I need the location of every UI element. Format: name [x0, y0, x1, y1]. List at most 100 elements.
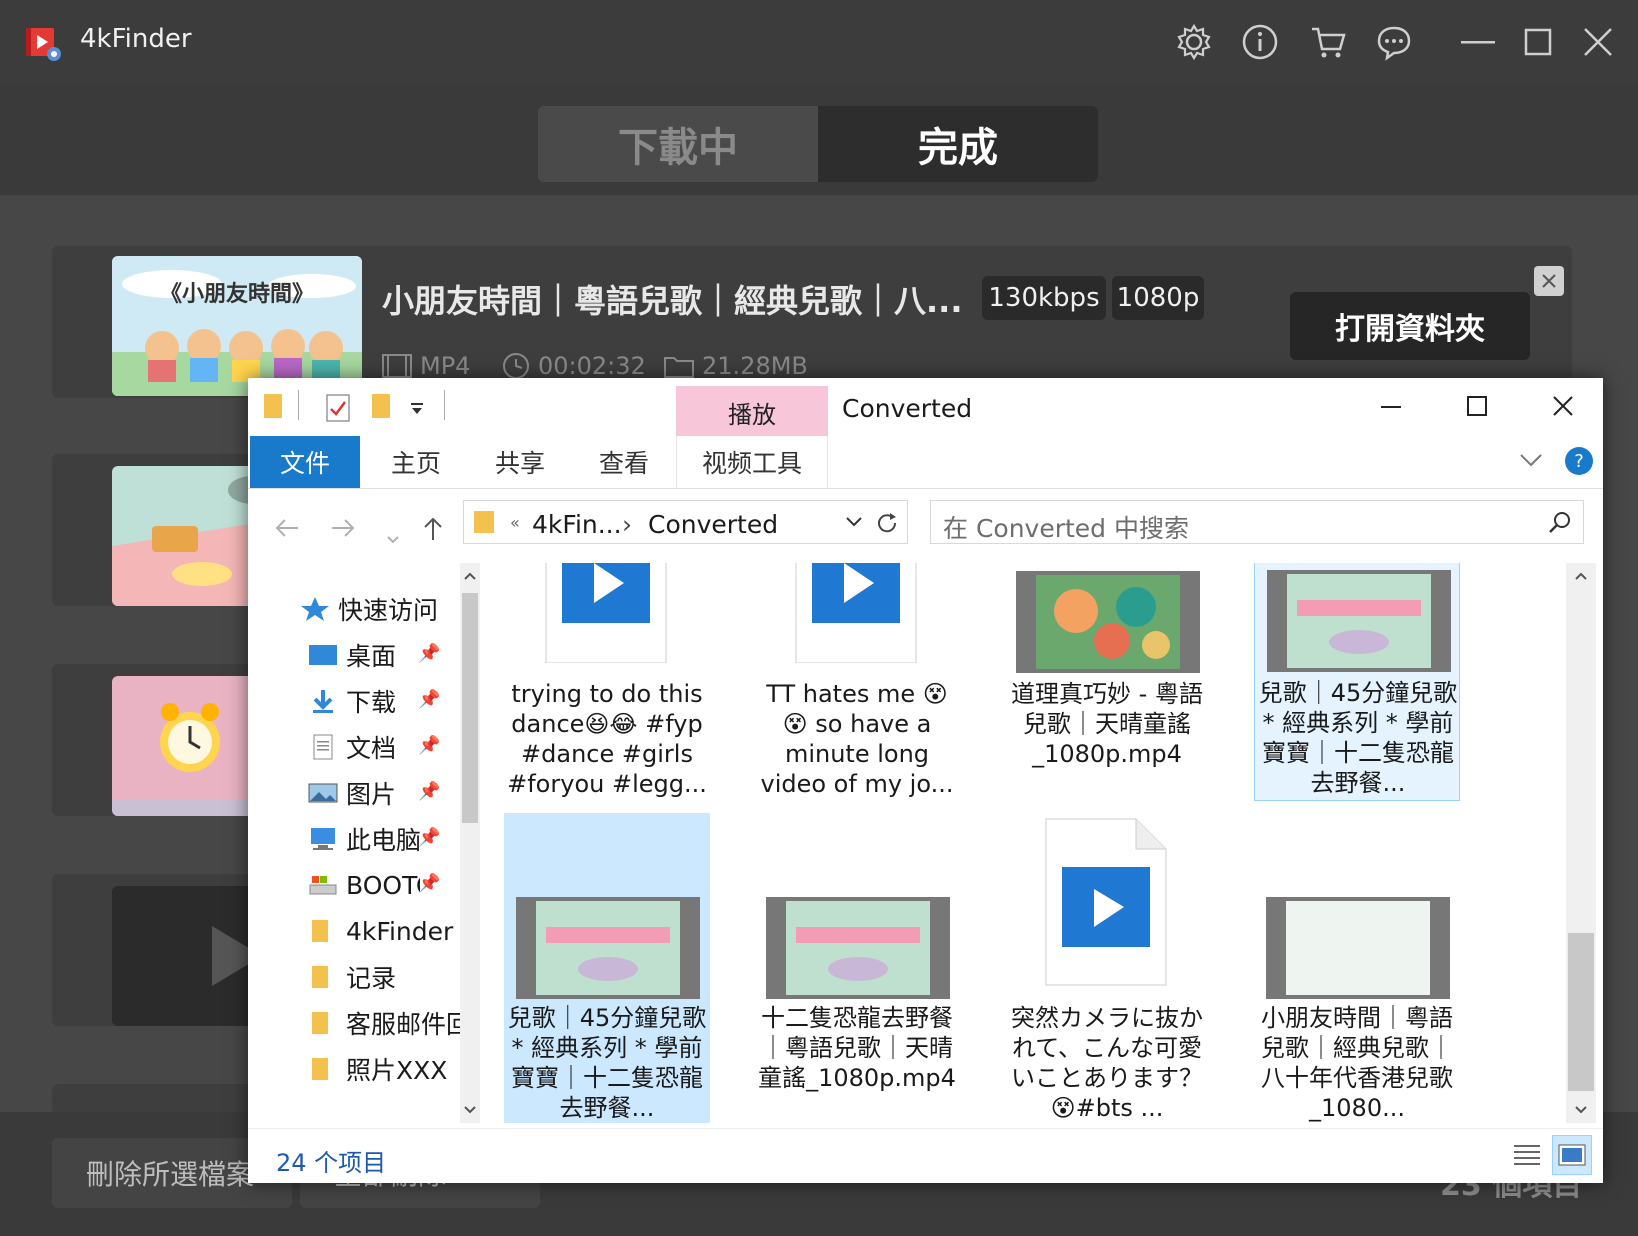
- recent-dropdown-icon[interactable]: [386, 522, 400, 552]
- customize-dropdown-icon[interactable]: [410, 400, 424, 419]
- nav-folder-records[interactable]: 记录: [308, 957, 396, 997]
- back-arrow-icon[interactable]: [274, 516, 300, 546]
- file-item[interactable]: TT hates me 😵 😵 so have a minute long vi…: [754, 563, 960, 823]
- drive-icon: [309, 876, 337, 895]
- thumbnail-caption: 《小朋友時間》: [159, 282, 314, 307]
- file-item[interactable]: 小朋友時間｜粵語兒歌｜經典兒歌｜八十年代香港兒歌_1080...: [1254, 813, 1460, 1123]
- video-thumbnail: 《小朋友時間》: [112, 256, 362, 396]
- nav-scroll-thumb[interactable]: [462, 593, 478, 823]
- address-bar[interactable]: « 4kFin... › Converted: [463, 500, 908, 544]
- info-icon[interactable]: [1238, 20, 1282, 64]
- tab-home[interactable]: 主页: [366, 436, 466, 488]
- forward-arrow-icon[interactable]: [330, 516, 356, 546]
- pin-icon[interactable]: 📌: [418, 781, 440, 802]
- format-meta: MP4: [382, 352, 470, 380]
- open-folder-button[interactable]: 打開資料夾: [1290, 292, 1530, 360]
- pin-icon[interactable]: 📌: [418, 689, 440, 710]
- explorer-window: 播放 Converted 文件 主页 共享 查看 视频工具 ? « 4kFin.…: [248, 378, 1603, 1183]
- refresh-icon: [878, 513, 897, 533]
- search-input[interactable]: 在 Converted 中搜索: [930, 500, 1584, 544]
- close-icon[interactable]: [1530, 384, 1596, 428]
- tab-video-tools[interactable]: 视频工具: [676, 436, 828, 488]
- document-icon: [313, 734, 333, 760]
- nav-quick-access[interactable]: 快速访问: [300, 589, 438, 629]
- pin-icon[interactable]: 📌: [418, 643, 440, 664]
- file-item[interactable]: 突然カメラに抜かれて、こんな可愛いことあります？ 😵#bts ...: [1004, 813, 1210, 1123]
- video-file-icon: [1045, 818, 1167, 986]
- video-thumbnail-icon: [516, 897, 700, 999]
- desktop-icon: [309, 645, 337, 665]
- search-placeholder: 在 Converted 中搜索: [943, 514, 1189, 543]
- chat-feedback-icon[interactable]: [1372, 20, 1416, 64]
- file-name: 兒歌｜45分鐘兒歌 * 經典系列 * 學前寶寶｜十二隻恐龍去野餐...: [507, 1004, 707, 1122]
- file-name: 突然カメラに抜かれて、こんな可愛いことあります？ 😵#bts ...: [1011, 1004, 1203, 1122]
- minimize-icon[interactable]: [1456, 20, 1500, 64]
- breadcrumb-current[interactable]: Converted: [648, 510, 778, 539]
- folder-icon: [312, 920, 328, 942]
- nav-folder-photos[interactable]: 照片XXX: [308, 1049, 447, 1089]
- content-scrollbar[interactable]: [1566, 563, 1596, 1123]
- maximize-icon[interactable]: [1516, 20, 1560, 64]
- details-view-icon[interactable]: [1512, 1141, 1542, 1173]
- help-icon[interactable]: ?: [1564, 446, 1594, 480]
- video-thumbnail-icon: [1016, 571, 1200, 673]
- settings-gear-icon[interactable]: [1172, 20, 1216, 64]
- nav-desktop[interactable]: 桌面: [308, 635, 396, 675]
- nav-folder-support-mail[interactable]: 客服邮件回: [308, 1003, 460, 1043]
- duration-meta: 00:02:32: [502, 352, 646, 380]
- clock-icon: [503, 353, 529, 379]
- app-logo-icon: [24, 24, 62, 62]
- close-icon[interactable]: [1576, 20, 1620, 64]
- navigation-pane: 快速访问 桌面 下载 文档 图片 此电脑 BOOTC 4kFinder: [248, 563, 480, 1123]
- nav-folder-4kfinder[interactable]: 4kFinder: [308, 911, 453, 951]
- play-context-tab[interactable]: 播放: [676, 386, 828, 438]
- nav-this-pc[interactable]: 此电脑: [308, 819, 421, 859]
- minimize-icon[interactable]: [1358, 384, 1424, 428]
- pin-icon[interactable]: 📌: [418, 735, 440, 756]
- up-arrow-icon[interactable]: [422, 516, 444, 549]
- folder-icon: [474, 511, 494, 533]
- new-folder-icon[interactable]: [372, 394, 392, 424]
- tab-view[interactable]: 查看: [574, 436, 674, 488]
- pin-icon[interactable]: 📌: [418, 873, 440, 894]
- computer-icon: [311, 828, 335, 850]
- folder-icon: [264, 394, 284, 424]
- address-dropdown-icon: [846, 517, 862, 527]
- pin-icon[interactable]: 📌: [418, 827, 440, 848]
- file-item[interactable]: 兒歌｜45分鐘兒歌 * 經典系列 * 學前寶寶｜十二隻恐龍去野餐...: [504, 813, 710, 1123]
- nav-pictures[interactable]: 图片: [308, 773, 396, 813]
- file-item[interactable]: trying to do this dance😆😂 #fyp #dance #g…: [504, 563, 710, 823]
- file-name: 道理真巧妙 - 粵語兒歌｜天晴童謠_1080p.mp4: [1011, 680, 1203, 768]
- nav-drive-bootc[interactable]: BOOTC: [308, 865, 420, 905]
- download-status-tabs: 下載中 完成: [538, 106, 1098, 182]
- nav-documents[interactable]: 文档: [308, 727, 396, 767]
- format-label: MP4: [420, 352, 471, 380]
- tab-share[interactable]: 共享: [470, 436, 570, 488]
- remove-item-close-icon[interactable]: [1534, 266, 1564, 296]
- overflow-chevron[interactable]: «: [510, 513, 520, 532]
- file-name: trying to do this dance😆😂 #fyp #dance #g…: [507, 680, 707, 798]
- file-name: TT hates me 😵 😵 so have a minute long vi…: [760, 680, 954, 798]
- duration-label: 00:02:32: [538, 352, 646, 380]
- nav-downloads[interactable]: 下载: [308, 681, 396, 721]
- nav-scrollbar[interactable]: [460, 563, 480, 1123]
- file-item[interactable]: 兒歌｜45分鐘兒歌 * 經典系列 * 學前寶寶｜十二隻恐龍去野餐...: [1254, 563, 1460, 801]
- content-scroll-thumb[interactable]: [1568, 933, 1594, 1091]
- properties-check-icon[interactable]: [326, 394, 350, 426]
- breadcrumb-parent[interactable]: 4kFin...: [532, 510, 622, 539]
- pictures-icon: [308, 783, 338, 803]
- size-meta: 21.28MB: [664, 352, 808, 380]
- folder-icon: [312, 1012, 328, 1034]
- tab-downloading[interactable]: 下載中: [538, 106, 818, 182]
- tab-completed[interactable]: 完成: [818, 106, 1098, 182]
- maximize-icon[interactable]: [1444, 384, 1510, 428]
- status-bar: 24 个项目: [248, 1128, 1603, 1183]
- expand-ribbon-chevron-icon[interactable]: [1518, 450, 1544, 474]
- video-thumbnail-icon: [1267, 570, 1451, 672]
- tab-file[interactable]: 文件: [250, 436, 360, 488]
- bitrate-badge: 130kbps: [982, 276, 1106, 320]
- file-item[interactable]: 十二隻恐龍去野餐｜粵語兒歌｜天晴童謠_1080p.mp4: [754, 813, 960, 1123]
- large-icons-view-icon[interactable]: [1552, 1135, 1592, 1175]
- cart-icon[interactable]: [1306, 20, 1350, 64]
- explorer-title-bar: 播放 Converted: [248, 378, 1603, 438]
